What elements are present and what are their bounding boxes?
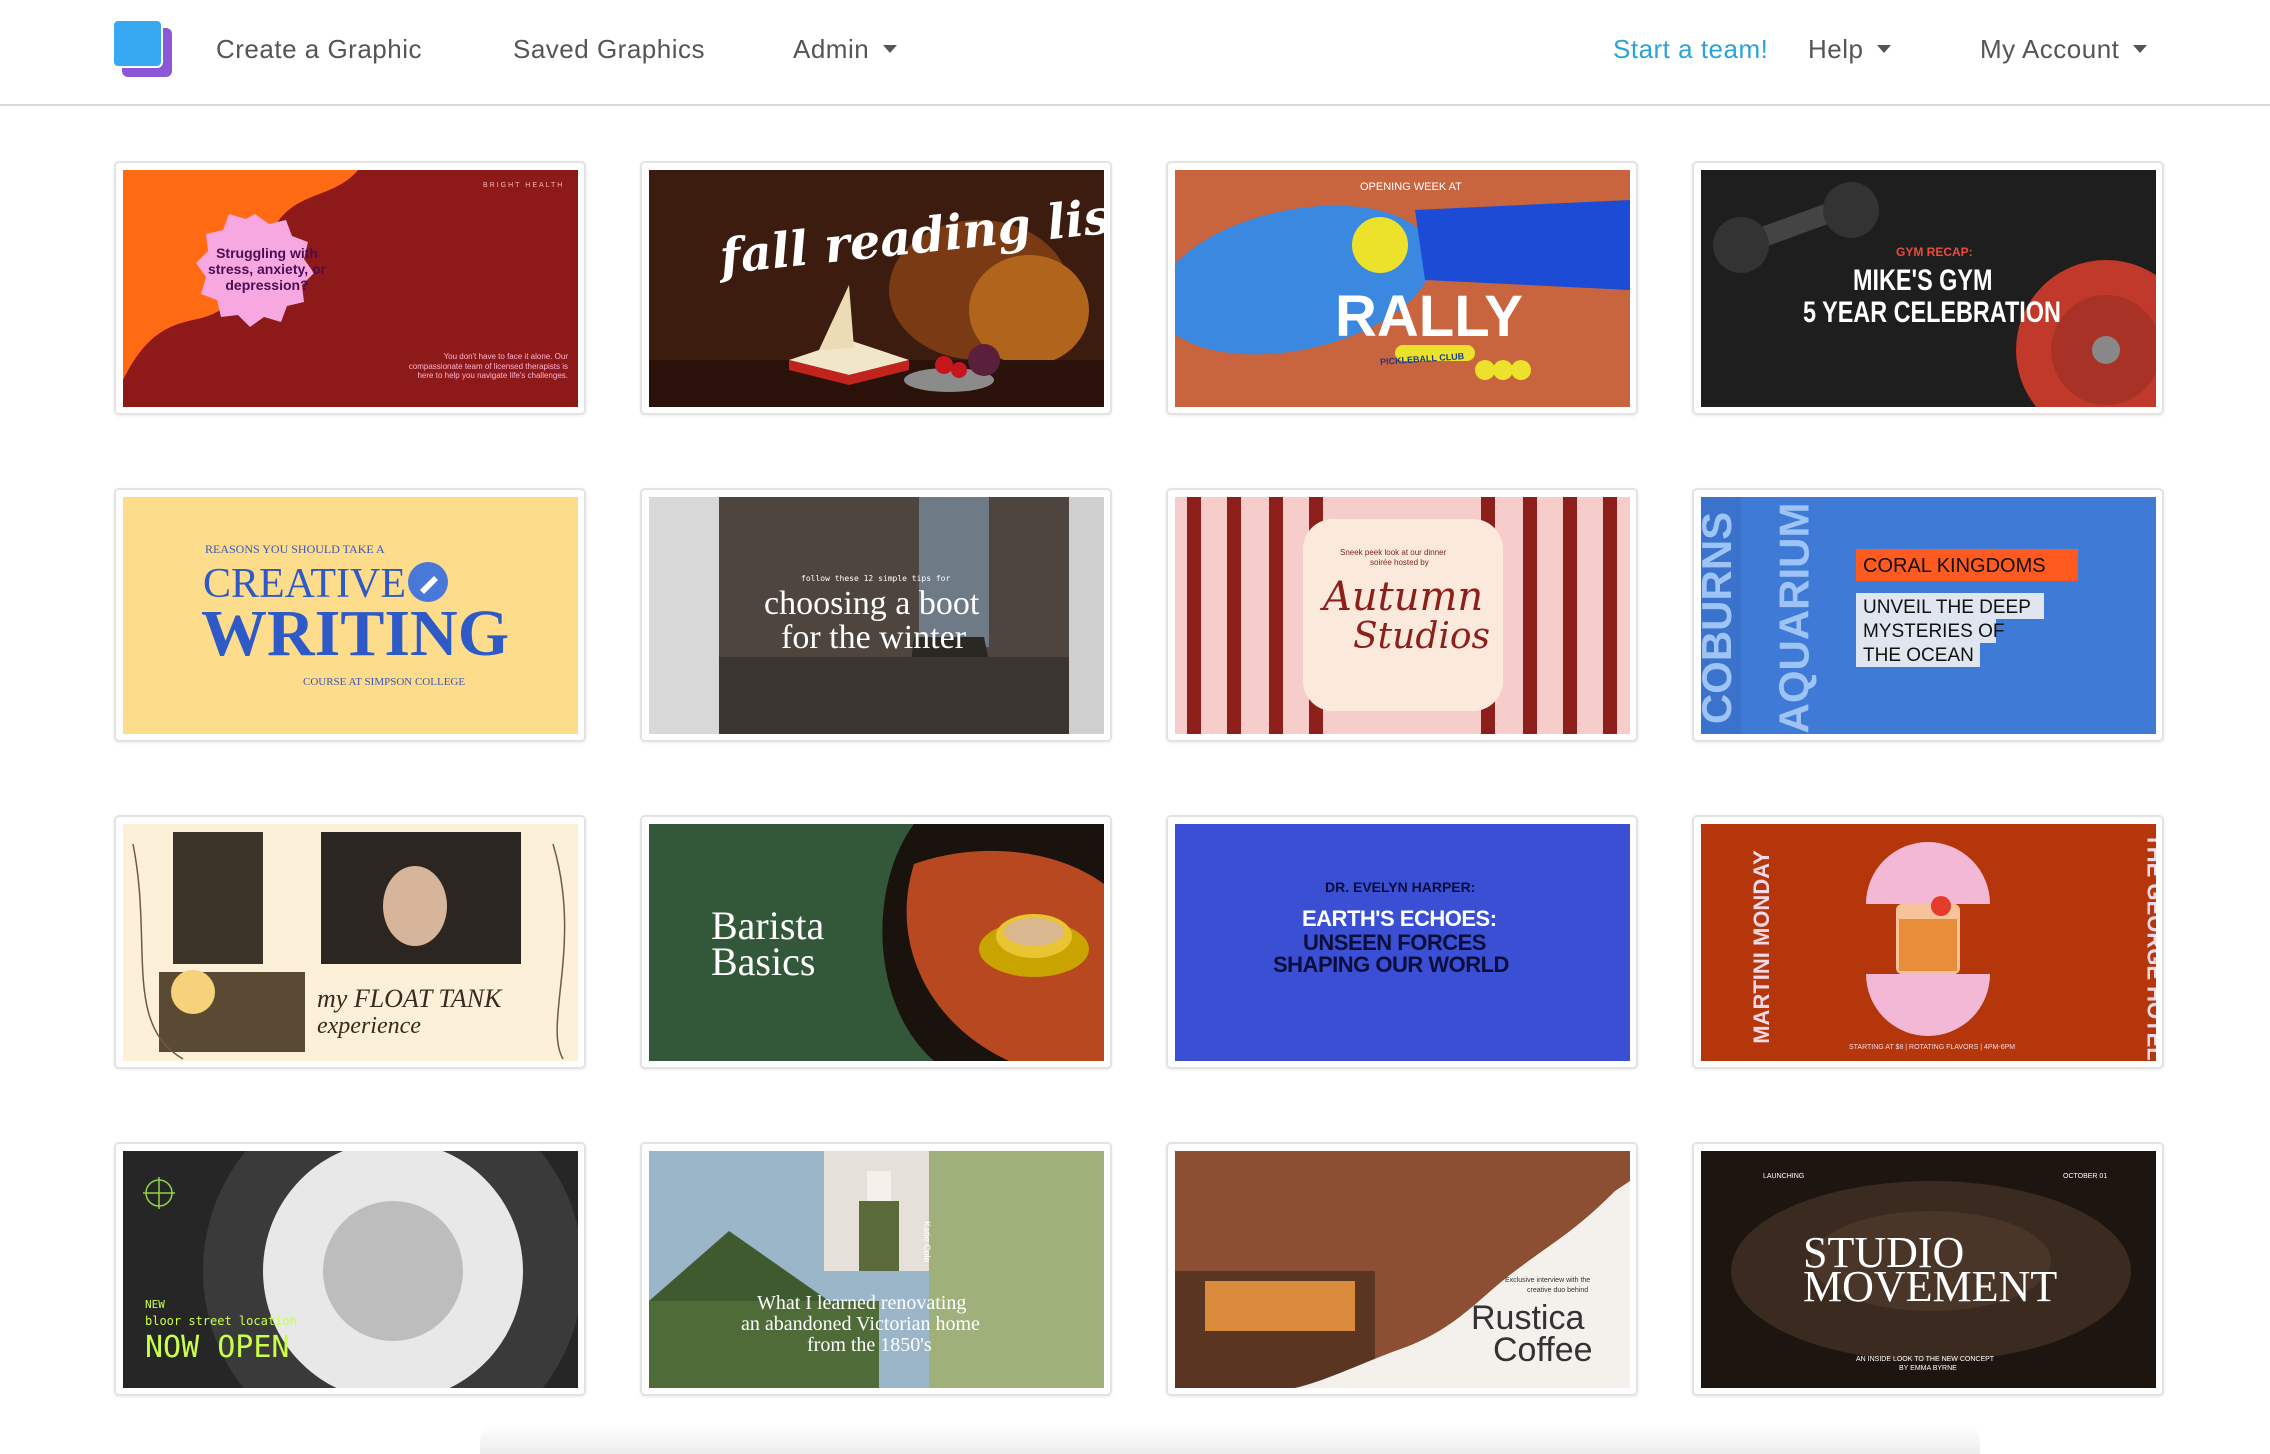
graphic-thumbnail: MARTINI MONDAY THE GEORGE HOTEL STARTING… (1701, 824, 2156, 1061)
graphic-thumbnail: NEW bloor street location NOW OPEN (123, 1151, 578, 1388)
graphic-thumbnail: fall reading list (649, 170, 1104, 407)
graphic-thumbnail: follow these 12 simple tips for choosing… (649, 497, 1104, 734)
card-kicker: follow these 12 simple tips for (801, 574, 951, 583)
card-tag: CORAL KINGDOMS (1863, 555, 2046, 577)
card-line2: experience (317, 1013, 421, 1039)
card-title: RALLY (1335, 284, 1523, 349)
graphic-thumbnail: BRIGHT HEALTH Struggling with stress, an… (123, 170, 578, 407)
nav-admin-dropdown[interactable]: Admin (793, 34, 898, 65)
card-line2: bloor street location (145, 1314, 297, 1328)
card-line3: from the 1850's (807, 1334, 932, 1356)
graphic-thumbnail: my FLOAT TANK experience (123, 824, 578, 1061)
card-line1: EARTH'S ECHOES: (1302, 906, 1497, 931)
card-line2: WRITING (201, 597, 510, 670)
card-kicker1: Exclusive interview with the (1505, 1277, 1591, 1284)
card-line1: Rustica (1471, 1299, 1585, 1337)
card-line1: What I learned renovating (757, 1292, 967, 1314)
card-kicker1: Sneek peek look at our dinner (1340, 548, 1447, 557)
graphic-card-coburns-aquarium[interactable]: COBURNS AQUARIUM CORAL KINGDOMS UNVEIL T… (1692, 488, 2164, 742)
graphic-thumbnail: DR. EVELYN HARPER: EARTH'S ECHOES: UNSEE… (1175, 824, 1630, 1061)
card-line2: Coffee (1493, 1331, 1593, 1369)
logo-front-square (112, 19, 163, 68)
nav-create-graphic[interactable]: Create a Graphic (216, 34, 422, 65)
graphic-card-martini-monday[interactable]: MARTINI MONDAY THE GEORGE HOTEL STARTING… (1692, 815, 2164, 1069)
card-line2: 5 YEAR CELEBRATION (1803, 296, 2061, 329)
graphic-card-creative-writing[interactable]: REASONS YOU SHOULD TAKE A CREATIVE WRITI… (114, 488, 586, 742)
graphic-thumbnail: Barista Basics (649, 824, 1104, 1061)
card-body: You don't have to face it alone. Our com… (408, 352, 568, 381)
nav-start-team[interactable]: Start a team! (1613, 34, 1768, 65)
card-line2: Studios (1353, 616, 1491, 657)
card-right-text: THE GEORGE HOTEL (2142, 833, 2156, 1061)
card-sub: COURSE AT SIMPSON COLLEGE (303, 676, 466, 688)
app-logo[interactable] (112, 19, 174, 79)
card-kicker: REASONS YOU SHOULD TAKE A (205, 542, 385, 556)
card-line2: UNSEEN FORCES (1303, 930, 1486, 955)
card-line3: NOW OPEN (145, 1330, 290, 1365)
card-line1: my FLOAT TANK (317, 984, 502, 1013)
bottom-scroll-shadow (480, 1425, 1980, 1454)
card-line1: NEW (145, 1298, 165, 1311)
graphic-thumbnail: Sneek peek look at our dinner soirée hos… (1175, 497, 1630, 734)
chevron-down-icon (2133, 45, 2148, 54)
graphic-card-now-open[interactable]: NEW bloor street location NOW OPEN (114, 1142, 586, 1396)
nav-saved-graphics[interactable]: Saved Graphics (513, 34, 705, 65)
card-side2: AQUARIUM (1770, 502, 1818, 734)
graphic-card-rustica-coffee[interactable]: Exclusive interview with the creative du… (1166, 1142, 1638, 1396)
card-kicker2: soirée hosted by (1370, 558, 1429, 567)
graphic-thumbnail: REASONS YOU SHOULD TAKE A CREATIVE WRITI… (123, 497, 578, 734)
graphic-card-float-tank[interactable]: my FLOAT TANK experience (114, 815, 586, 1069)
card-line1: UNVEIL THE DEEP (1863, 597, 2031, 618)
graphic-card-fall-reading[interactable]: fall reading list (640, 161, 1112, 415)
graphic-card-studio-movement[interactable]: LAUNCHING OCTOBER 01 STUDIO MOVEMENT AN … (1692, 1142, 2164, 1396)
card-top-right: OCTOBER 01 (2063, 1173, 2108, 1180)
card-footer: STARTING AT $8 | ROTATING FLAVORS | 4PM-… (1849, 1044, 2016, 1051)
card-brand: BRIGHT HEALTH (483, 182, 565, 189)
graphic-thumbnail: Katie Cole What I learned renovating an … (649, 1151, 1104, 1388)
card-line1: MIKE'S GYM (1853, 264, 1993, 297)
nav-help-label: Help (1808, 34, 1864, 64)
graphic-thumbnail: COBURNS AQUARIUM CORAL KINGDOMS UNVEIL T… (1701, 497, 2156, 734)
card-line1: choosing a boot (764, 585, 980, 622)
card-kicker: DR. EVELYN HARPER: (1325, 879, 1476, 895)
card-headline: Struggling with stress, anxiety, or depr… (207, 245, 327, 294)
nav-account-dropdown[interactable]: My Account (1980, 34, 2148, 65)
card-line2: MYSTERIES OF (1863, 621, 2005, 642)
top-navbar: Create a Graphic Saved Graphics Admin St… (0, 0, 2270, 106)
graphic-card-victorian-home[interactable]: Katie Cole What I learned renovating an … (640, 1142, 1112, 1396)
card-sub1: AN INSIDE LOOK TO THE NEW CONCEPT (1856, 1356, 1995, 1363)
nav-help-dropdown[interactable]: Help (1808, 34, 1892, 65)
graphic-card-rally[interactable]: OPENING WEEK AT RALLY PICKLEBALL CLUB (1166, 161, 1638, 415)
card-line3: SHAPING OUR WORLD (1273, 952, 1509, 977)
card-top-left: LAUNCHING (1763, 1173, 1805, 1180)
graphic-card-mikes-gym[interactable]: GYM RECAP: MIKE'S GYM 5 YEAR CELEBRATION (1692, 161, 2164, 415)
card-side-text: Katie Cole (922, 1221, 932, 1263)
card-line1: Autumn (1323, 574, 1484, 620)
graphic-card-barista-basics[interactable]: Barista Basics (640, 815, 1112, 1069)
graphic-thumbnail: GYM RECAP: MIKE'S GYM 5 YEAR CELEBRATION (1701, 170, 2156, 407)
graphic-card-earths-echoes[interactable]: DR. EVELYN HARPER: EARTH'S ECHOES: UNSEE… (1166, 815, 1638, 1069)
graphic-card-winter-boot[interactable]: follow these 12 simple tips for choosing… (640, 488, 1112, 742)
card-left-text: MARTINI MONDAY (1748, 850, 1774, 1044)
card-line2: for the winter (781, 619, 967, 656)
nav-admin-label: Admin (793, 34, 870, 64)
card-kicker: GYM RECAP: (1896, 245, 1973, 259)
chevron-down-icon (1877, 45, 1892, 54)
card-kicker: OPENING WEEK AT (1360, 181, 1462, 193)
graphic-card-autumn-studios[interactable]: Sneek peek look at our dinner soirée hos… (1166, 488, 1638, 742)
card-sub2: BY EMMA BYRNE (1899, 1365, 1957, 1372)
graphic-card-bright-health[interactable]: BRIGHT HEALTH Struggling with stress, an… (114, 161, 586, 415)
card-line3: THE OCEAN (1863, 645, 1974, 666)
graphic-thumbnail: OPENING WEEK AT RALLY PICKLEBALL CLUB (1175, 170, 1630, 407)
card-line2: MOVEMENT (1803, 1262, 2058, 1311)
card-kicker2: creative duo behind (1527, 1287, 1589, 1294)
graphic-thumbnail: LAUNCHING OCTOBER 01 STUDIO MOVEMENT AN … (1701, 1151, 2156, 1388)
card-line2: Basics (711, 939, 816, 984)
graphic-thumbnail: Exclusive interview with the creative du… (1175, 1151, 1630, 1388)
chevron-down-icon (883, 45, 898, 54)
nav-account-label: My Account (1980, 34, 2120, 64)
card-side1: COBURNS (1701, 511, 1741, 725)
card-line2: an abandoned Victorian home (741, 1313, 980, 1335)
